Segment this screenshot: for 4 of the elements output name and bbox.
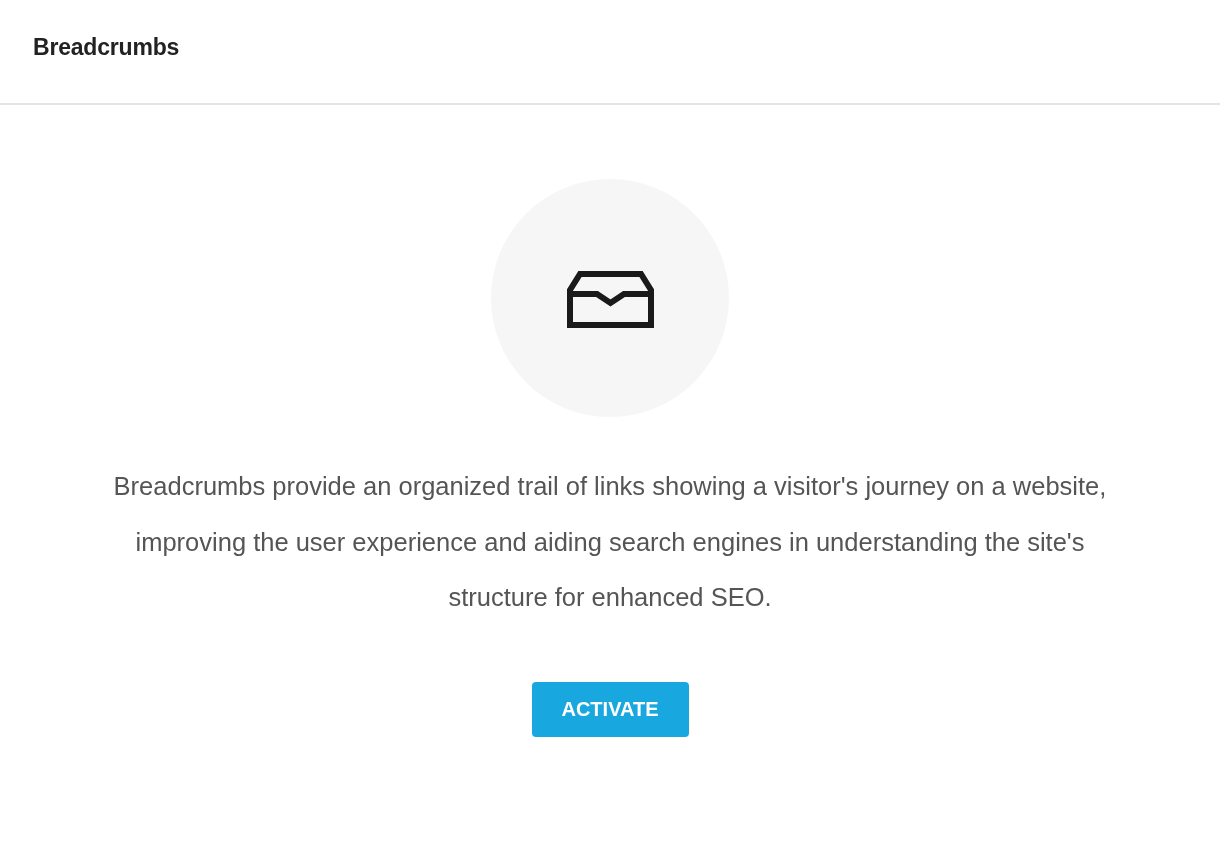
page-title: Breadcrumbs [33, 34, 180, 61]
activate-button[interactable]: ACTIVATE [531, 681, 689, 737]
description-text: Breadcrumbs provide an organized trail of links showing a visitor's journey on a website, improving the user experience and aiding search engines in understanding the site's structure for enhanced SEO. [112, 471, 1108, 613]
tray-icon [566, 270, 654, 328]
